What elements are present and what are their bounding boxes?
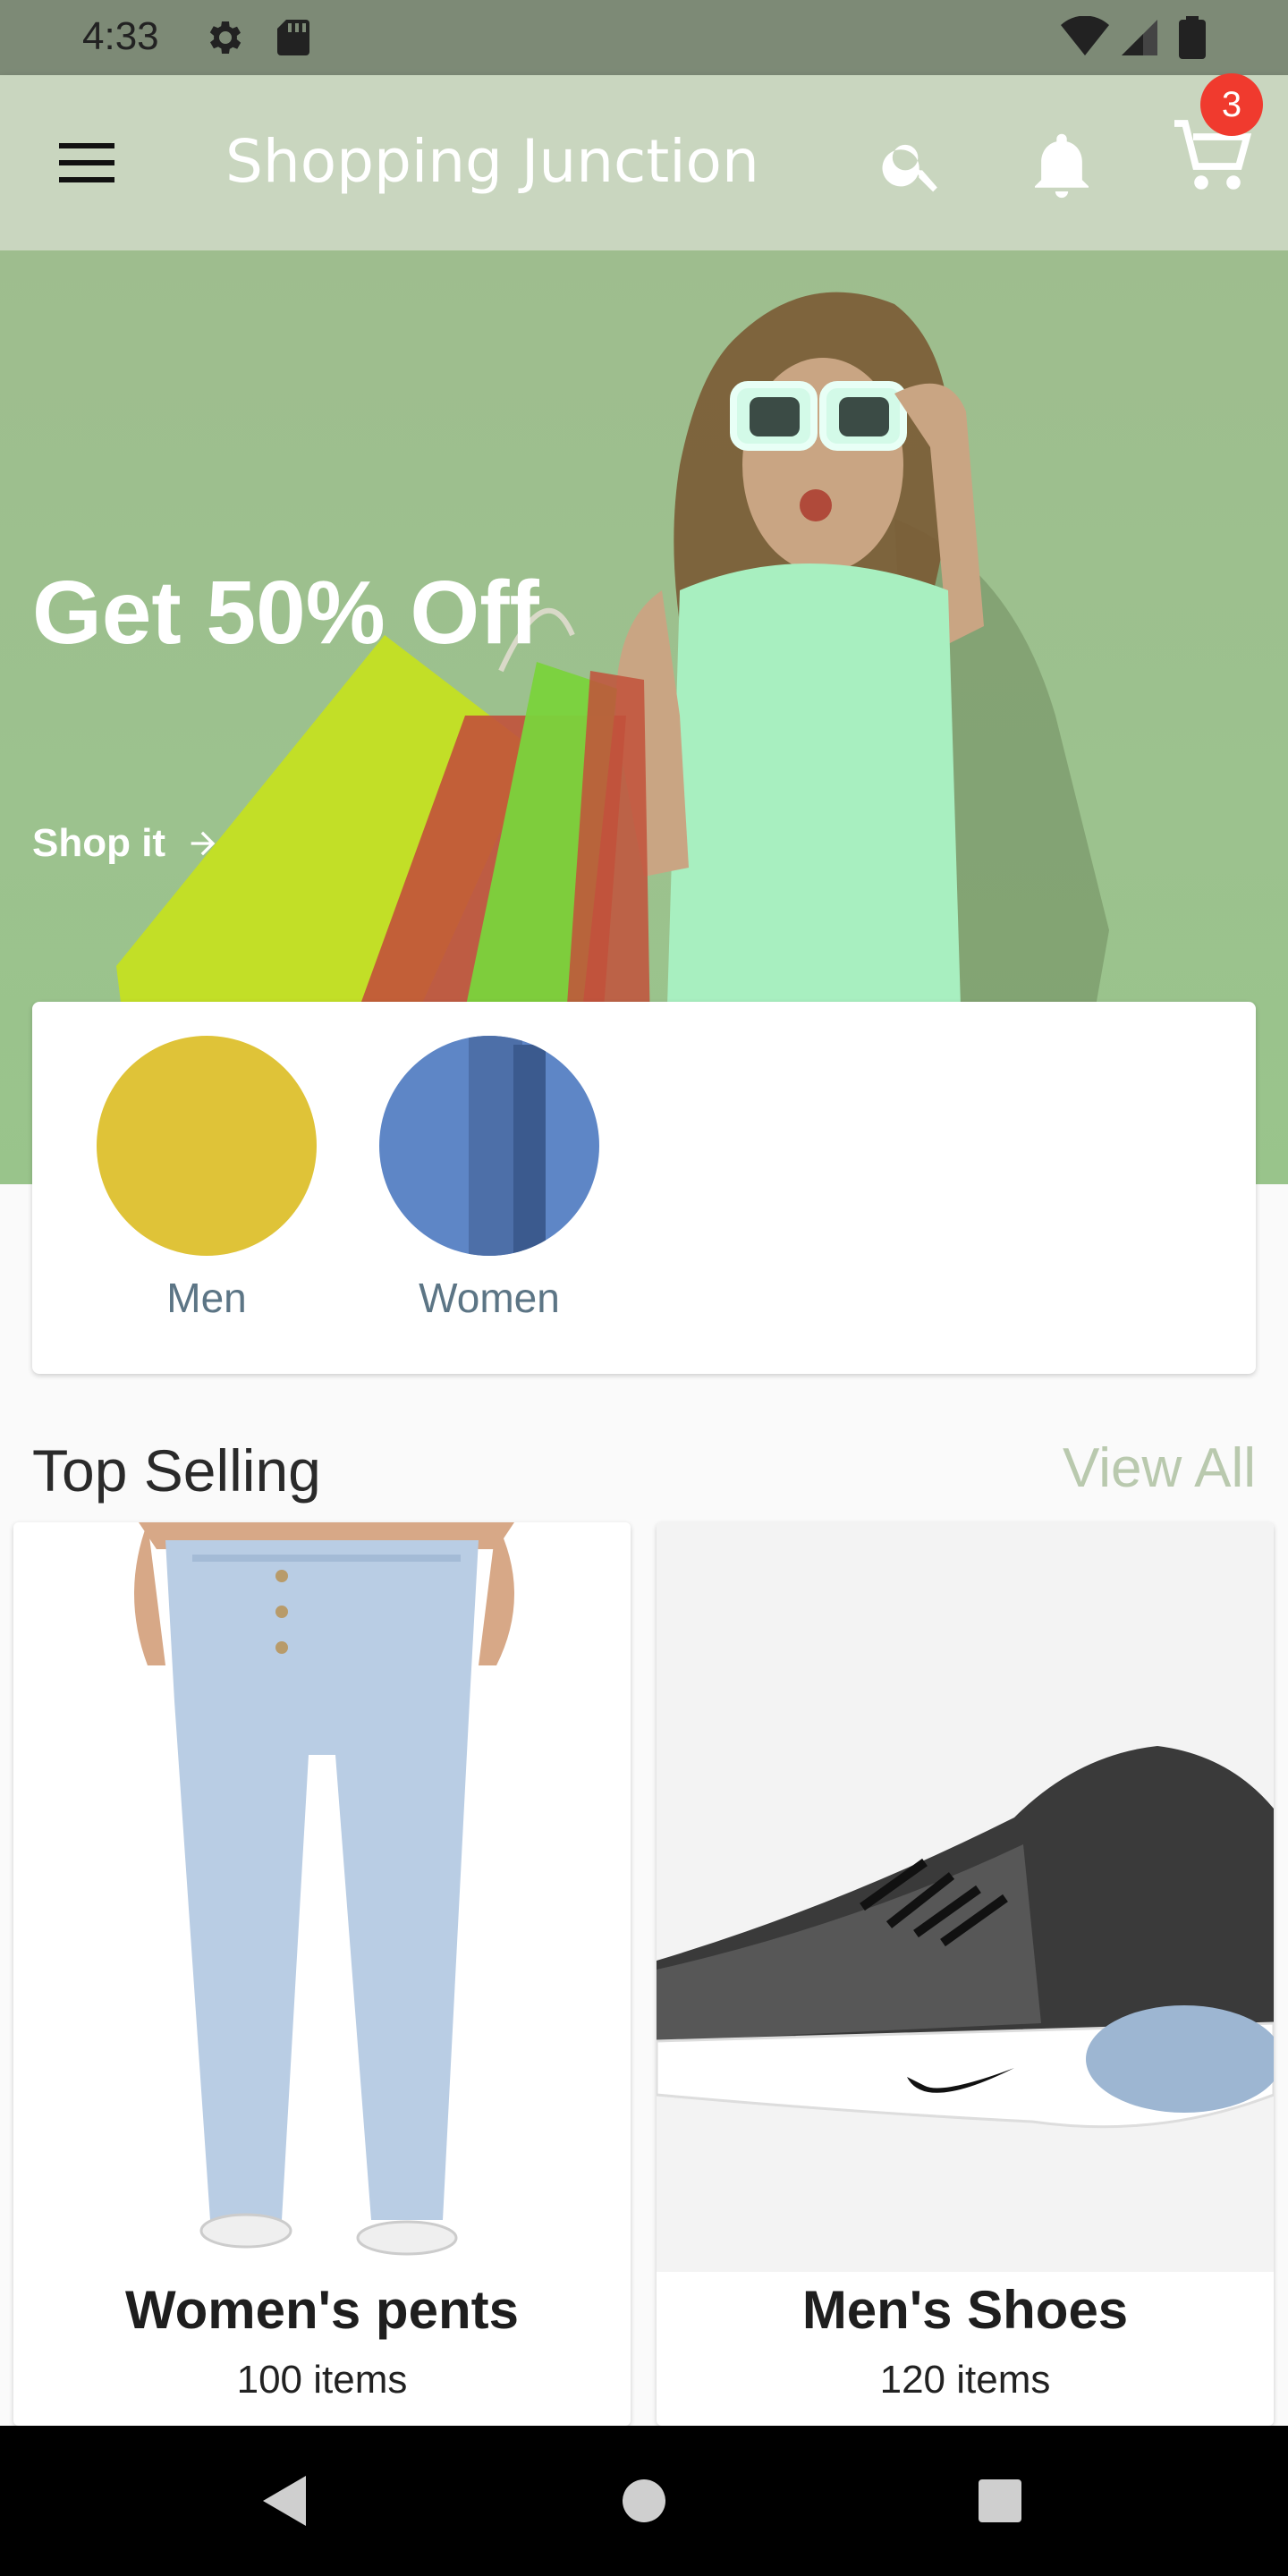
category-women-label: Women (419, 1275, 560, 1321)
category-men[interactable]: Men (97, 1036, 317, 1322)
product-image-shoe (657, 1522, 1274, 2272)
status-bar: 4:33 (0, 0, 1288, 75)
shop-it-label: Shop it (32, 821, 166, 865)
product-count: 100 items (236, 2358, 408, 2402)
search-icon[interactable] (878, 131, 946, 199)
hero-headline: Get 50% Off (32, 563, 539, 663)
signal-icon (1122, 20, 1157, 55)
system-nav-bar (0, 2426, 1288, 2576)
product-name: Men's Shoes (801, 2280, 1129, 2340)
home-icon[interactable] (619, 2472, 669, 2529)
product-name: Women's pents (125, 2280, 519, 2340)
view-all-link[interactable]: View All (1063, 1436, 1256, 1500)
settings-icon (209, 21, 242, 54)
back-icon[interactable] (259, 2472, 309, 2529)
category-women-image (379, 1036, 599, 1256)
product-card[interactable]: Women's pents 100 items (13, 1522, 631, 2426)
product-image-jeans (13, 1522, 631, 2272)
shop-it-link[interactable]: Shop it (32, 821, 221, 866)
product-card[interactable]: Men's Shoes 120 items (657, 1522, 1274, 2426)
recents-icon[interactable] (975, 2472, 1025, 2529)
category-men-label: Men (166, 1275, 247, 1321)
battery-icon (1179, 16, 1206, 59)
status-time: 4:33 (82, 14, 159, 58)
sd-card-icon (277, 20, 309, 55)
app-bar: Shopping Junction 3 (0, 73, 1288, 250)
arrow-right-icon (191, 831, 216, 856)
wifi-icon (1061, 16, 1109, 55)
menu-icon[interactable] (55, 140, 118, 186)
category-card: Men Women (32, 1002, 1256, 1374)
app-title: Shopping Junction (225, 127, 759, 196)
top-selling-title: Top Selling (32, 1437, 321, 1504)
product-count: 120 items (879, 2358, 1051, 2402)
bell-icon[interactable] (1030, 129, 1093, 200)
category-men-image (97, 1036, 317, 1256)
cart-count-badge: 3 (1200, 73, 1263, 136)
category-women[interactable]: Women (379, 1036, 599, 1322)
